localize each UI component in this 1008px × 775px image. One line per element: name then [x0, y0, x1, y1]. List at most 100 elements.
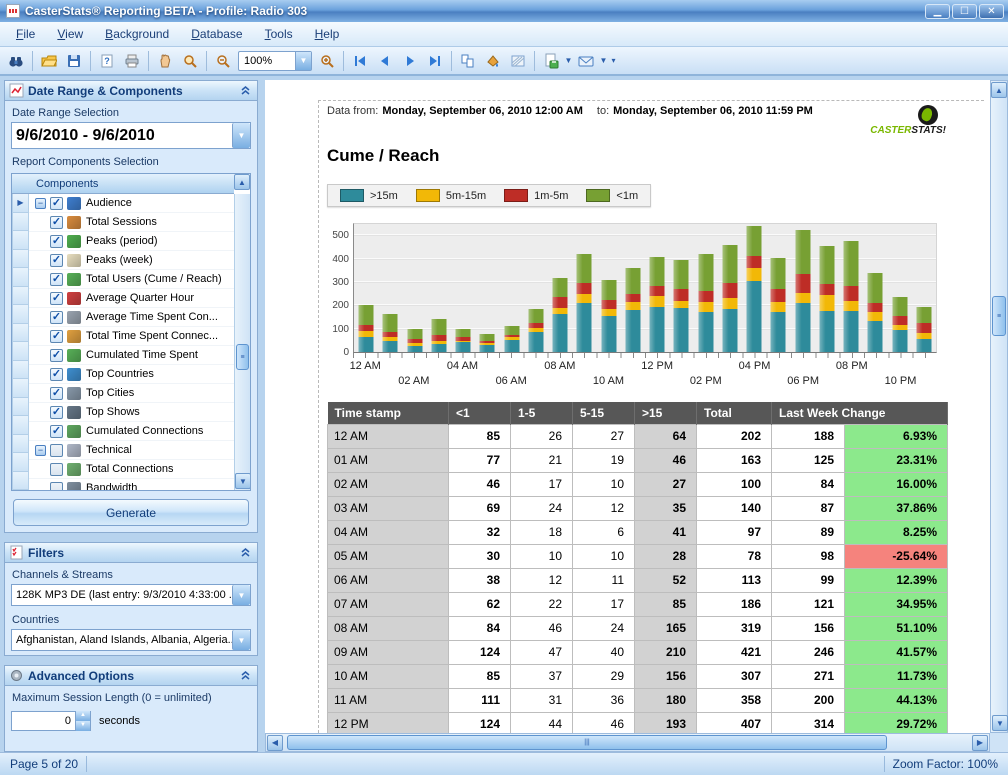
stepper-down-icon[interactable]: ▼ [76, 721, 90, 731]
toolbar-overflow-chevron[interactable]: ▾ [609, 49, 618, 73]
zoom-level-combo[interactable]: 100% ▼ [238, 51, 312, 71]
scroll-right-button[interactable]: ▶ [972, 735, 988, 751]
tree-item-total-connections[interactable]: Total Connections [29, 460, 234, 479]
scroll-up-button[interactable]: ▲ [991, 82, 1007, 98]
filters-panel-collapse-button[interactable] [238, 545, 253, 560]
menu-file[interactable]: File [6, 23, 45, 45]
checkbox[interactable]: ✓ [50, 292, 63, 305]
minimize-button[interactable]: ▁ [925, 4, 950, 19]
tree-item-audience[interactable]: −✓Audience [29, 194, 234, 213]
checkbox[interactable]: ✓ [50, 425, 63, 438]
zoom-in-button[interactable] [315, 49, 339, 73]
generate-button[interactable]: Generate [13, 499, 249, 526]
tree-item-total-sessions[interactable]: ✓Total Sessions [29, 213, 234, 232]
tree-scroll-up-button[interactable]: ▲ [234, 174, 250, 190]
email-button[interactable] [574, 49, 598, 73]
advanced-panel-collapse-button[interactable] [238, 668, 253, 683]
tree-item-peaks-period[interactable]: ✓Peaks (period) [29, 232, 234, 251]
next-page-button[interactable] [398, 49, 422, 73]
tree-item-cumulated-time-spent[interactable]: ✓Cumulated Time Spent [29, 346, 234, 365]
multi-page-view-button[interactable] [456, 49, 480, 73]
collapse-expander-icon[interactable]: − [35, 198, 46, 209]
table-cell: -25.64% [845, 544, 948, 568]
tree-item-label: Peaks (week) [86, 254, 153, 266]
session-length-input[interactable]: 0 ▲▼ [11, 711, 91, 731]
checkbox[interactable]: ✓ [50, 254, 63, 267]
tree-item-top-cities[interactable]: ✓Top Cities [29, 384, 234, 403]
maximize-button[interactable]: ☐ [952, 4, 977, 19]
tree-item-bandwidth[interactable]: Bandwidth [29, 479, 234, 490]
scroll-left-button[interactable]: ◀ [267, 735, 283, 751]
tree-scrollbar[interactable]: ≡ ▼ [234, 194, 250, 490]
email-dropdown-caret[interactable]: ▼ [599, 49, 608, 73]
chevron-down-icon[interactable]: ▼ [232, 585, 250, 605]
menu-database[interactable]: Database [181, 23, 252, 45]
export-button[interactable] [539, 49, 563, 73]
chevron-down-icon[interactable]: ▼ [295, 52, 311, 70]
checkbox[interactable]: ✓ [50, 349, 63, 362]
tree-item-top-shows[interactable]: ✓Top Shows [29, 403, 234, 422]
zoom-select-button[interactable] [178, 49, 202, 73]
find-button[interactable] [4, 49, 28, 73]
checkbox[interactable]: ✓ [50, 235, 63, 248]
stepper-up-icon[interactable]: ▲ [76, 711, 90, 721]
pan-button[interactable] [153, 49, 177, 73]
previous-page-button[interactable] [373, 49, 397, 73]
menu-help[interactable]: Help [305, 23, 350, 45]
menu-view[interactable]: View [47, 23, 93, 45]
open-button[interactable] [37, 49, 61, 73]
session-length-stepper[interactable]: ▲▼ [75, 711, 90, 731]
tree-item-total-users-cume-reach[interactable]: ✓Total Users (Cume / Reach) [29, 270, 234, 289]
close-button[interactable]: ✕ [979, 4, 1004, 19]
chevron-down-icon[interactable]: ▼ [232, 630, 250, 650]
checkbox[interactable] [50, 463, 63, 476]
checkbox[interactable]: ✓ [50, 273, 63, 286]
tree-item-total-time-spent-connec[interactable]: ✓Total Time Spent Connec... [29, 327, 234, 346]
tree-item-top-countries[interactable]: ✓Top Countries [29, 365, 234, 384]
print-preview-button[interactable]: ? [95, 49, 119, 73]
stacked-bar-10pm [892, 297, 907, 352]
checkbox[interactable]: ✓ [50, 368, 63, 381]
channels-combo[interactable]: 128K MP3 DE (last entry: 9/3/2010 4:33:0… [11, 584, 251, 606]
horizontal-scrollbar-thumb[interactable]: ||| [287, 735, 887, 750]
chevron-down-icon[interactable]: ▼ [232, 123, 250, 148]
checkbox[interactable] [50, 482, 63, 491]
checkbox[interactable]: ✓ [50, 406, 63, 419]
zoom-out-button[interactable] [211, 49, 235, 73]
vertical-scrollbar[interactable]: ▲ ≡ ▼ [990, 80, 1008, 733]
menu-tools[interactable]: Tools [255, 23, 303, 45]
horizontal-scrollbar[interactable]: ◀ ||| ▶ [265, 733, 990, 752]
checkbox[interactable] [50, 444, 63, 457]
scroll-down-button[interactable]: ▼ [992, 715, 1008, 731]
tree-item-average-time-spent-con[interactable]: ✓Average Time Spent Con... [29, 308, 234, 327]
watermark-button[interactable] [506, 49, 530, 73]
tree-scrollbar-thumb[interactable]: ≡ [236, 344, 249, 370]
checkbox[interactable]: ✓ [50, 387, 63, 400]
table-cell: 98 [772, 544, 845, 568]
checkbox[interactable]: ✓ [50, 197, 63, 210]
checkbox[interactable]: ✓ [50, 311, 63, 324]
countries-combo[interactable]: Afghanistan, Aland Islands, Albania, Alg… [11, 629, 251, 651]
page-color-button[interactable] [481, 49, 505, 73]
tree-item-technical[interactable]: −Technical [29, 441, 234, 460]
tree-scroll-down-button[interactable]: ▼ [235, 473, 250, 489]
vertical-scrollbar-thumb[interactable]: ≡ [992, 296, 1006, 336]
tree-item-cumulated-connections[interactable]: ✓Cumulated Connections [29, 422, 234, 441]
checkbox[interactable]: ✓ [50, 216, 63, 229]
table-cell: 85 [449, 424, 511, 448]
date-panel-collapse-button[interactable] [238, 83, 253, 98]
tree-row-gutter-cell [12, 324, 29, 343]
tree-item-average-quarter-hour[interactable]: ✓Average Quarter Hour [29, 289, 234, 308]
print-button[interactable] [120, 49, 144, 73]
menu-background[interactable]: Background [95, 23, 179, 45]
stacked-bar-05am [480, 334, 495, 352]
save-button[interactable] [62, 49, 86, 73]
date-range-combo[interactable]: 9/6/2010 - 9/6/2010 ▼ [11, 122, 251, 149]
first-page-button[interactable] [348, 49, 372, 73]
checkbox[interactable]: ✓ [50, 330, 63, 343]
last-page-button[interactable] [423, 49, 447, 73]
bar-segment [747, 226, 762, 256]
export-dropdown-caret[interactable]: ▼ [564, 49, 573, 73]
collapse-expander-icon[interactable]: − [35, 445, 46, 456]
tree-item-peaks-week[interactable]: ✓ Peaks (week) [29, 251, 234, 270]
